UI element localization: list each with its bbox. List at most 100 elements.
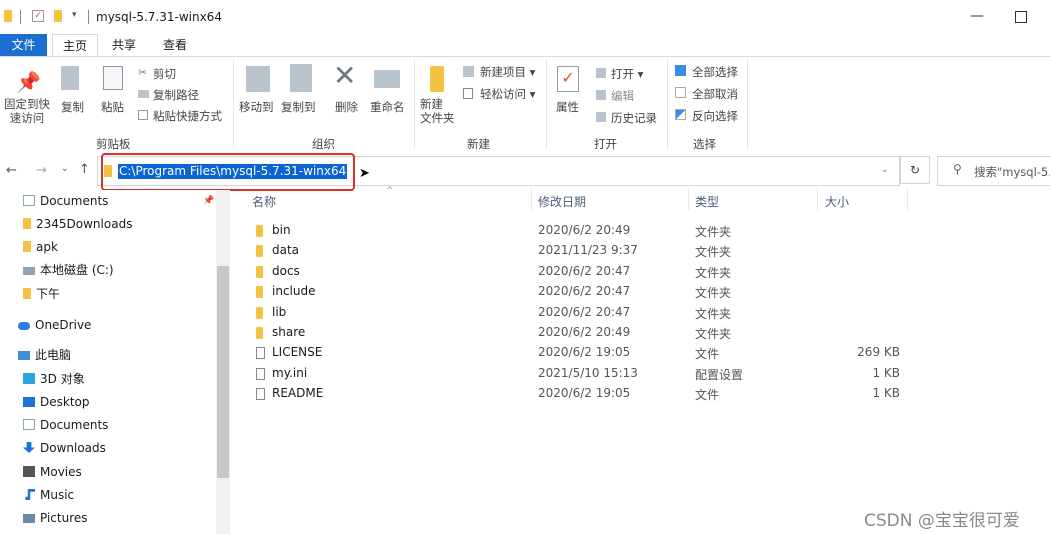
- nav-item-2[interactable]: apk: [23, 236, 58, 258]
- edit-icon: [596, 90, 606, 100]
- nav-item-8[interactable]: Desktop: [23, 391, 90, 413]
- recent-locations-chevron-icon[interactable]: ⌄: [61, 164, 69, 174]
- file-name[interactable]: include: [272, 284, 315, 298]
- file-date: 2021/5/10 15:13: [538, 365, 638, 380]
- file-name[interactable]: my.ini: [272, 366, 307, 380]
- tab-share[interactable]: 共享: [104, 34, 144, 56]
- new-folder-button[interactable]: 新建 文件夹: [420, 97, 455, 125]
- paste-button[interactable]: 粘贴: [101, 99, 124, 115]
- file-name[interactable]: share: [272, 325, 305, 339]
- invert-selection-button[interactable]: 反向选择: [692, 108, 738, 124]
- folder-icon: [256, 225, 263, 237]
- pin-icon: 📌: [203, 196, 215, 206]
- chevron-down-icon[interactable]: ▾: [72, 10, 84, 22]
- properties-button[interactable]: 属性: [556, 99, 579, 115]
- history-button[interactable]: 历史记录: [611, 110, 657, 126]
- file-date: 2020/6/2 20:49: [538, 325, 631, 339]
- maximize-button[interactable]: [1012, 8, 1030, 24]
- rename-button[interactable]: 重命名: [370, 99, 405, 115]
- nav-item-11[interactable]: Movies: [23, 461, 82, 483]
- scrollbar-thumb[interactable]: [217, 266, 229, 478]
- tab-view[interactable]: 查看: [155, 34, 195, 56]
- folder-icon: [256, 265, 263, 278]
- paste-shortcut-button[interactable]: 粘贴快捷方式: [153, 108, 222, 124]
- nav-item-13[interactable]: Pictures: [23, 507, 88, 529]
- divider: [531, 188, 532, 210]
- nav-item-label: Documents: [40, 194, 109, 208]
- refresh-icon[interactable]: ↻: [900, 156, 930, 184]
- window-title: mysql-5.7.31-winx64: [96, 10, 222, 24]
- easy-access-button[interactable]: 轻松访问 ▾: [480, 86, 535, 102]
- properties-quick-icon[interactable]: ✓: [32, 10, 44, 22]
- file-type: 文件: [695, 388, 720, 403]
- file-icon: [256, 347, 265, 360]
- nav-item-label: Downloads: [40, 441, 106, 455]
- pin-to-quick-access-button[interactable]: 固定到快 速访问: [4, 97, 50, 125]
- nav-item-9[interactable]: Documents: [23, 414, 108, 436]
- minimize-button[interactable]: —: [968, 8, 986, 24]
- nav-item-0[interactable]: Documents: [23, 190, 108, 212]
- file-size: 269 KB: [857, 345, 900, 360]
- file-type: 文件夹: [695, 327, 732, 341]
- new-folder-quick-icon[interactable]: [54, 10, 66, 22]
- download-icon: [23, 442, 35, 453]
- desktop-icon: [23, 397, 35, 407]
- move-to-button[interactable]: 移动到: [239, 99, 274, 115]
- back-arrow-icon[interactable]: ←: [6, 163, 17, 178]
- group-label-new: 新建: [467, 137, 490, 151]
- forward-arrow-icon[interactable]: →: [36, 163, 47, 178]
- copy-to-button[interactable]: 复制到: [281, 99, 316, 115]
- cloud-icon: [18, 322, 30, 330]
- nav-item-3[interactable]: 本地磁盘 (C:): [23, 259, 114, 281]
- file-size: 1 KB: [872, 386, 900, 401]
- edit-button[interactable]: 编辑: [611, 88, 634, 104]
- open-button[interactable]: 打开 ▾: [611, 66, 643, 82]
- file-type: 文件夹: [695, 286, 732, 301]
- delete-button[interactable]: 删除: [335, 99, 358, 115]
- nav-item-4[interactable]: 下午: [23, 283, 60, 305]
- file-date: 2020/6/2 19:05: [538, 386, 631, 401]
- up-arrow-icon[interactable]: ↑: [79, 162, 90, 177]
- file-size: 1 KB: [872, 365, 900, 380]
- nav-item-1[interactable]: 2345Downloads: [23, 213, 132, 235]
- nav-item-7[interactable]: 3D 对象: [23, 368, 85, 390]
- divider: [88, 10, 89, 24]
- settings-file-icon: [256, 367, 265, 380]
- file-name[interactable]: bin: [272, 223, 291, 237]
- column-header-type[interactable]: 类型: [695, 193, 719, 210]
- file-name[interactable]: data: [272, 243, 299, 257]
- column-header-modified[interactable]: 修改日期: [538, 193, 586, 210]
- file-date: 2020/6/2 20:47: [538, 263, 631, 278]
- drive-icon: [23, 267, 35, 275]
- address-dropdown-icon[interactable]: ⌄: [881, 165, 889, 175]
- file-date: 2020/6/2 20:47: [538, 304, 631, 319]
- file-date: 2020/6/2 20:49: [538, 223, 631, 237]
- nav-item-label: Desktop: [40, 395, 90, 409]
- nav-item-12[interactable]: Music: [23, 484, 74, 506]
- new-folder-icon: [430, 66, 444, 92]
- select-none-button[interactable]: 全部取消: [692, 86, 738, 102]
- nav-item-5[interactable]: OneDrive: [18, 314, 91, 336]
- tab-home[interactable]: 主页: [52, 34, 98, 56]
- file-name[interactable]: README: [272, 386, 323, 400]
- cut-button[interactable]: 剪切: [153, 66, 176, 82]
- search-icon: ⚲: [953, 162, 962, 176]
- divider: [20, 10, 21, 24]
- copy-button[interactable]: 复制: [61, 99, 84, 115]
- file-name[interactable]: LICENSE: [272, 345, 322, 359]
- select-all-button[interactable]: 全部选择: [692, 64, 738, 80]
- nav-item-10[interactable]: Downloads: [23, 437, 106, 459]
- folder-icon: [256, 286, 263, 299]
- tab-file[interactable]: 文件: [0, 34, 47, 56]
- nav-item-label: Documents: [40, 418, 109, 432]
- new-item-button[interactable]: 新建项目 ▾: [480, 64, 535, 80]
- file-name[interactable]: lib: [272, 305, 286, 319]
- column-header-name[interactable]: 名称: [252, 193, 276, 210]
- column-header-size[interactable]: 大小: [825, 193, 849, 210]
- copy-path-button[interactable]: 复制路径: [153, 87, 199, 103]
- file-type: 配置设置: [695, 367, 744, 382]
- file-name[interactable]: docs: [272, 264, 300, 278]
- file-icon: [256, 388, 265, 401]
- nav-item-6[interactable]: 此电脑: [18, 344, 71, 366]
- folder-icon: [256, 306, 263, 319]
